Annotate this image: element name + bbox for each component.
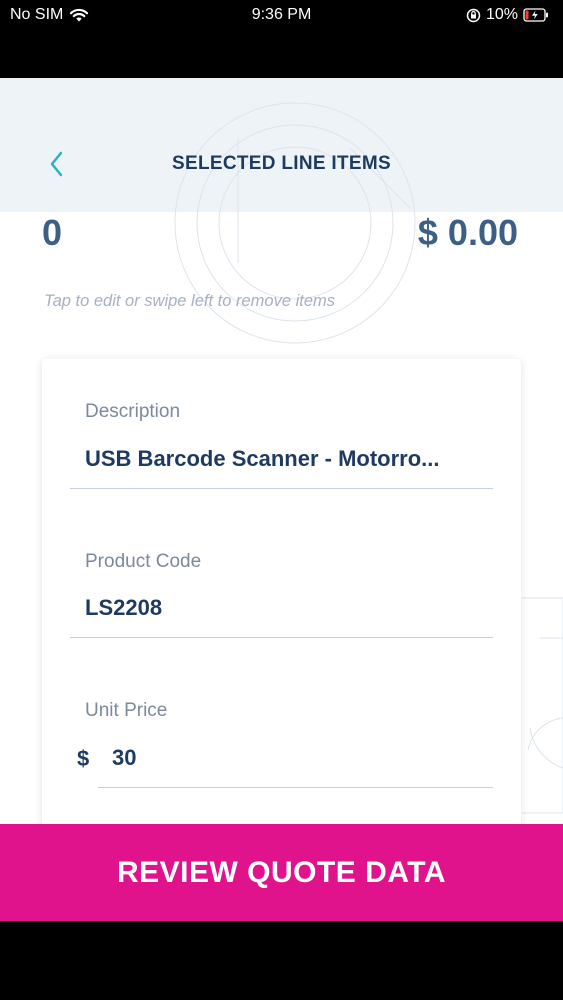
page-title: SELECTED LINE ITEMS	[172, 153, 391, 174]
orientation-lock-icon	[466, 8, 481, 23]
product-code-underline	[70, 637, 493, 638]
unit-price-label: Unit Price	[85, 700, 168, 721]
review-quote-data-button[interactable]: REVIEW QUOTE DATA	[0, 824, 563, 921]
battery-icon	[523, 8, 549, 22]
product-code-label: Product Code	[85, 551, 202, 572]
status-bar: No SIM 9:36 PM 10%	[0, 0, 563, 30]
edit-hint: Tap to edit or swipe left to remove item…	[44, 292, 336, 310]
bottom-black-band	[0, 921, 563, 1000]
currency-symbol: $	[77, 746, 90, 771]
status-right-group: 10%	[466, 6, 549, 24]
top-black-band	[0, 30, 563, 78]
battery-percent: 10%	[485, 6, 518, 23]
product-code-field[interactable]: LS2208	[85, 595, 481, 621]
description-field[interactable]: USB Barcode Scanner - Motorro...	[85, 446, 481, 472]
unit-price-field[interactable]: 30	[112, 745, 472, 771]
description-label: Description	[85, 401, 181, 422]
description-underline	[70, 488, 493, 489]
app-screen: SELECTED LINE ITEMS 0 $ 0.00 Tap to edit…	[0, 78, 563, 921]
header-background	[0, 78, 563, 212]
quote-total: $ 0.00	[417, 212, 518, 253]
unit-price-underline	[98, 787, 493, 788]
item-count: 0	[42, 212, 63, 253]
